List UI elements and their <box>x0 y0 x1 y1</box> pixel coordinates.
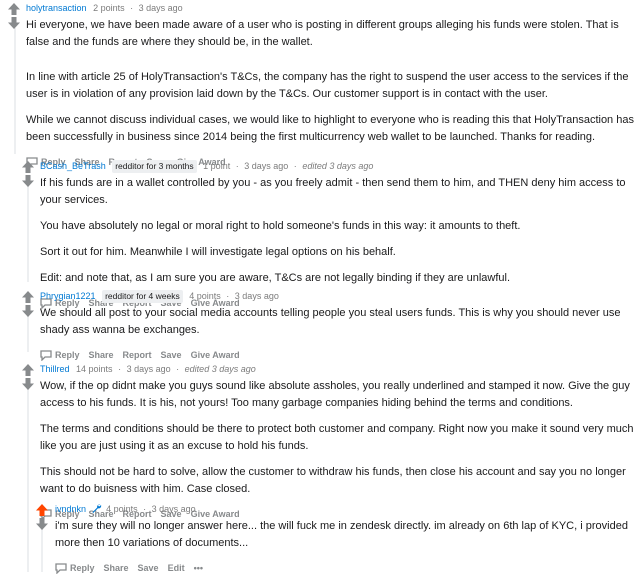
user-flair: redditor for 3 months <box>112 160 197 173</box>
more-options-button[interactable]: ••• <box>194 561 203 575</box>
comment-thread: holytransaction 2 points · 3 days ago Hi… <box>0 0 640 576</box>
comment-points: 4 points <box>189 291 221 301</box>
edit-button[interactable]: Edit <box>168 561 185 575</box>
give-award-button[interactable]: Give Award <box>191 348 240 362</box>
share-button[interactable]: Share <box>89 348 114 362</box>
comment-text: If his funds are in a wallet controlled … <box>40 175 640 287</box>
comment-paragraph: The terms and conditions should be there… <box>40 423 634 452</box>
comment-time[interactable]: 3 days ago <box>235 291 279 301</box>
comment-meta: ivndnkn 4 points · 3 days ago <box>55 501 640 517</box>
comment-time[interactable]: 3 days ago <box>244 161 288 171</box>
comment-author[interactable]: holytransaction <box>26 3 87 13</box>
comment-time[interactable]: 3 days ago <box>127 364 171 374</box>
downvote-arrow-icon[interactable] <box>21 174 35 188</box>
comment-paragraph: Hi everyone, we have been made aware of … <box>26 19 619 48</box>
comment-points: 14 points <box>76 364 113 374</box>
vote-column <box>34 503 50 531</box>
thread-line[interactable] <box>27 312 29 352</box>
comment-actions: Reply Share Report Save Give Award <box>40 348 640 362</box>
comment-meta: Thillred 14 points · 3 days ago · edited… <box>40 361 640 377</box>
separator-dot: · <box>226 291 230 301</box>
separator-dot: · <box>143 504 147 514</box>
comment-body: Thillred 14 points · 3 days ago · edited… <box>40 361 640 521</box>
comment-paragraph: If his funds are in a wallet controlled … <box>40 177 626 206</box>
comment-meta: Phrygian1221 redditor for 4 weeks 4 poin… <box>40 288 640 304</box>
comment-points: 1 point <box>203 161 231 171</box>
upvote-arrow-icon[interactable] <box>35 503 49 517</box>
reply-label: Reply <box>70 563 95 573</box>
upvote-arrow-icon[interactable] <box>21 363 35 377</box>
comment-paragraph: Sort it out for him. Meanwhile I will in… <box>40 246 396 258</box>
user-flair: redditor for 4 weeks <box>102 290 183 303</box>
comment-body: Phrygian1221 redditor for 4 weeks 4 poin… <box>40 288 640 362</box>
share-button[interactable]: Share <box>104 561 129 575</box>
comment-paragraph: i'm sure they will no longer answer here… <box>55 520 628 549</box>
reply-icon <box>40 349 52 361</box>
comment-actions: Reply Share Save Edit ••• <box>55 561 640 575</box>
thread-line[interactable] <box>27 382 29 572</box>
comment-paragraph: While we cannot discuss individual cases… <box>26 114 634 143</box>
comment-edited: edited 3 days ago <box>302 161 374 171</box>
thread-line[interactable] <box>14 28 16 154</box>
upvote-arrow-icon[interactable] <box>21 160 35 174</box>
save-button[interactable]: Save <box>161 348 182 362</box>
comment-points: 2 points <box>93 3 125 13</box>
vote-column <box>20 160 36 188</box>
upvote-arrow-icon[interactable] <box>7 2 21 16</box>
downvote-arrow-icon[interactable] <box>21 304 35 318</box>
vote-column <box>20 290 36 318</box>
comment-text: We should all post to your social media … <box>40 305 640 339</box>
comment-paragraph: In line with article 25 of HolyTransacti… <box>26 71 629 100</box>
comment-author[interactable]: ivndnkn <box>55 504 86 514</box>
comment-time[interactable]: 3 days ago <box>139 3 183 13</box>
separator-dot: · <box>130 3 134 13</box>
comment-text: Hi everyone, we have been made aware of … <box>26 17 640 146</box>
comment-text: Wow, if the op didnt make you guys sound… <box>40 378 640 498</box>
comment-paragraph: You have absolutely no legal or moral ri… <box>40 220 521 232</box>
wrench-icon <box>92 504 101 513</box>
comment-points: 4 points <box>106 504 138 514</box>
comment-edited: edited 3 days ago <box>184 364 256 374</box>
reply-label: Reply <box>55 350 80 360</box>
comment-meta: BCash_BeTrash redditor for 3 months 1 po… <box>40 158 640 174</box>
separator-dot: · <box>235 161 239 171</box>
comment-paragraph: We should all post to your social media … <box>40 307 621 336</box>
comment-body: holytransaction 2 points · 3 days ago Hi… <box>26 0 640 169</box>
reply-button[interactable]: Reply <box>55 561 95 575</box>
comment-meta: holytransaction 2 points · 3 days ago <box>26 0 640 16</box>
reply-icon <box>55 562 67 574</box>
downvote-arrow-icon[interactable] <box>21 377 35 391</box>
comment-body: ivndnkn 4 points · 3 days ago i'm sure t… <box>55 501 640 575</box>
comment-paragraph: Edit: and note that, as I am sure you ar… <box>40 272 511 284</box>
downvote-arrow-icon[interactable] <box>7 16 21 30</box>
thread-line[interactable] <box>27 182 29 282</box>
separator-dot: · <box>176 364 180 374</box>
comment-author[interactable]: BCash_BeTrash <box>40 161 106 171</box>
comment-author[interactable]: Phrygian1221 <box>40 291 96 301</box>
reply-button[interactable]: Reply <box>40 348 80 362</box>
save-button[interactable]: Save <box>138 561 159 575</box>
comment-author[interactable]: Thillred <box>40 364 70 374</box>
comment-time[interactable]: 3 days ago <box>152 504 196 514</box>
report-button[interactable]: Report <box>123 348 152 362</box>
vote-column <box>20 363 36 391</box>
comment-paragraph: Wow, if the op didnt make you guys sound… <box>40 380 630 409</box>
comment-paragraph: This should not be hard to solve, allow … <box>40 466 626 495</box>
vote-column <box>6 2 22 30</box>
separator-dot: · <box>118 364 122 374</box>
downvote-arrow-icon[interactable] <box>35 517 49 531</box>
separator-dot: · <box>293 161 297 171</box>
comment-text: i'm sure they will no longer answer here… <box>55 518 640 552</box>
upvote-arrow-icon[interactable] <box>21 290 35 304</box>
